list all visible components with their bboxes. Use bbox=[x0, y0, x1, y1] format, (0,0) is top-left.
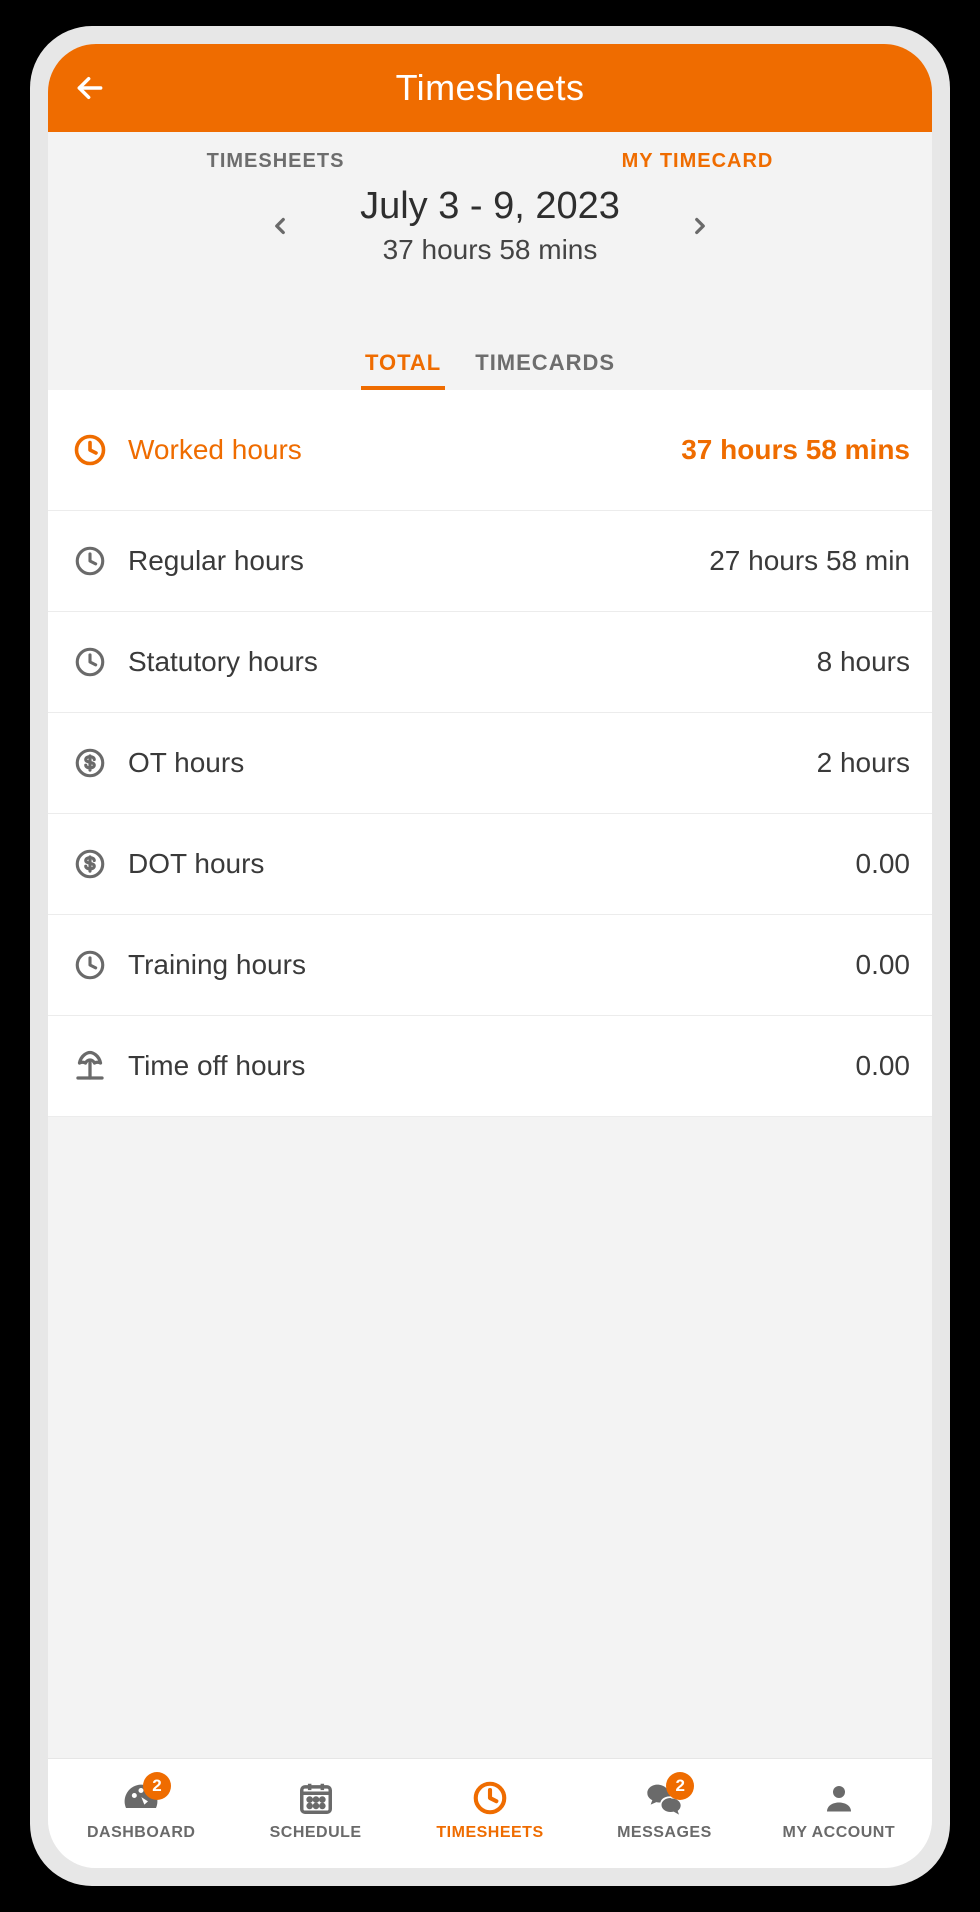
row-value: 37 hours 58 mins bbox=[681, 434, 910, 466]
hours-list: Worked hours 37 hours 58 mins Regular ho… bbox=[48, 390, 932, 1117]
row-value: 27 hours 58 min bbox=[709, 545, 910, 577]
row-label: Time off hours bbox=[128, 1050, 305, 1082]
row-timeoff-hours: Time off hours 0.00 bbox=[48, 1016, 932, 1117]
page-title: Timesheets bbox=[48, 67, 932, 109]
tab-my-timecard[interactable]: MY TIMECARD bbox=[622, 150, 774, 173]
chevron-right-icon bbox=[687, 213, 713, 239]
clock-icon bbox=[471, 1779, 509, 1817]
row-value: 0.00 bbox=[856, 848, 911, 880]
umbrella-icon bbox=[70, 1046, 110, 1086]
row-label: OT hours bbox=[128, 747, 244, 779]
row-label: Worked hours bbox=[128, 434, 302, 466]
row-label: Training hours bbox=[128, 949, 306, 981]
row-label: DOT hours bbox=[128, 848, 264, 880]
nav-label: SCHEDULE bbox=[270, 1824, 362, 1842]
tab-timesheets[interactable]: TIMESHEETS bbox=[207, 150, 345, 173]
date-summary-text: 37 hours 58 mins bbox=[360, 234, 620, 266]
clock-icon bbox=[70, 945, 110, 985]
chevron-left-icon bbox=[267, 213, 293, 239]
prev-week-button[interactable] bbox=[260, 206, 300, 246]
phone-frame: Timesheets TIMESHEETS MY TIMECARD July 3… bbox=[30, 26, 950, 1886]
calendar-icon bbox=[297, 1779, 335, 1817]
date-range-text: July 3 - 9, 2023 bbox=[360, 185, 620, 228]
row-worked-hours: Worked hours 37 hours 58 mins bbox=[48, 390, 932, 511]
row-statutory-hours: Statutory hours 8 hours bbox=[48, 612, 932, 713]
dollar-icon bbox=[70, 743, 110, 783]
clock-icon bbox=[70, 430, 110, 470]
row-value: 2 hours bbox=[817, 747, 910, 779]
clock-icon bbox=[70, 541, 110, 581]
row-label: Regular hours bbox=[128, 545, 304, 577]
row-value: 8 hours bbox=[817, 646, 910, 678]
app-header: Timesheets bbox=[48, 44, 932, 132]
row-training-hours: Training hours 0.00 bbox=[48, 915, 932, 1016]
top-tabs: TIMESHEETS MY TIMECARD bbox=[48, 132, 932, 179]
row-regular-hours: Regular hours 27 hours 58 min bbox=[48, 511, 932, 612]
sub-tabs: TOTAL TIMECARDS bbox=[48, 344, 932, 390]
nav-account[interactable]: MY ACCOUNT bbox=[752, 1778, 926, 1842]
subtab-total[interactable]: TOTAL bbox=[361, 344, 445, 390]
subtab-timecards[interactable]: TIMECARDS bbox=[471, 344, 619, 390]
bottom-nav: 2 DASHBOARD SCHEDULE TIMESHEETS bbox=[48, 1758, 932, 1868]
nav-timesheets[interactable]: TIMESHEETS bbox=[403, 1778, 577, 1842]
nav-label: MY ACCOUNT bbox=[783, 1824, 896, 1842]
row-value: 0.00 bbox=[856, 949, 911, 981]
date-selector: July 3 - 9, 2023 37 hours 58 mins bbox=[48, 179, 932, 266]
user-icon bbox=[821, 1780, 857, 1816]
nav-messages[interactable]: 2 MESSAGES bbox=[577, 1778, 751, 1842]
row-dot-hours: DOT hours 0.00 bbox=[48, 814, 932, 915]
badge-count: 2 bbox=[666, 1772, 694, 1800]
dollar-icon bbox=[70, 844, 110, 884]
nav-label: MESSAGES bbox=[617, 1824, 712, 1842]
row-ot-hours: OT hours 2 hours bbox=[48, 713, 932, 814]
app-screen: Timesheets TIMESHEETS MY TIMECARD July 3… bbox=[48, 44, 932, 1868]
badge-count: 2 bbox=[143, 1772, 171, 1800]
next-week-button[interactable] bbox=[680, 206, 720, 246]
row-label: Statutory hours bbox=[128, 646, 318, 678]
nav-label: DASHBOARD bbox=[87, 1824, 196, 1842]
nav-label: TIMESHEETS bbox=[436, 1824, 543, 1842]
row-value: 0.00 bbox=[856, 1050, 911, 1082]
nav-dashboard[interactable]: 2 DASHBOARD bbox=[54, 1778, 228, 1842]
content-filler bbox=[48, 1117, 932, 1758]
clock-icon bbox=[70, 642, 110, 682]
date-display: July 3 - 9, 2023 37 hours 58 mins bbox=[360, 185, 620, 266]
nav-schedule[interactable]: SCHEDULE bbox=[228, 1778, 402, 1842]
